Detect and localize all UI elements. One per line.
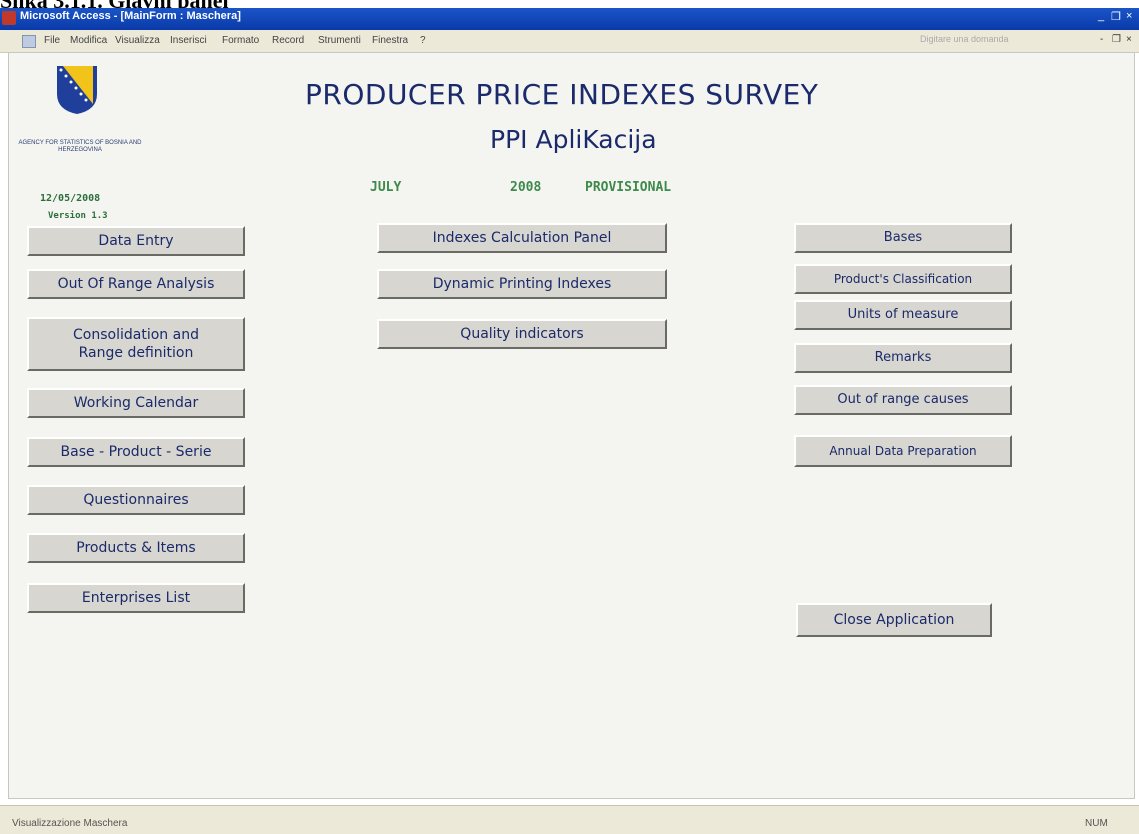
annual-data-preparation-button[interactable]: Annual Data Preparation: [794, 435, 1012, 467]
remarks-button[interactable]: Remarks: [794, 343, 1012, 373]
products-items-button[interactable]: Products & Items: [27, 533, 245, 563]
period-month: JULY: [370, 180, 402, 195]
version-label: Version 1.3: [48, 211, 108, 221]
menu-record[interactable]: Record: [272, 35, 304, 46]
document-caption: Slika 3.1.1. Glavni panel: [0, 0, 229, 8]
mdi-minimize-icon[interactable]: -: [1100, 34, 1103, 45]
enterprises-list-button[interactable]: Enterprises List: [27, 583, 245, 613]
close-application-button[interactable]: Close Application: [796, 603, 992, 637]
questionnaires-button[interactable]: Questionnaires: [27, 485, 245, 515]
period-status: PROVISIONAL: [585, 180, 672, 195]
menu-formato[interactable]: Formato: [222, 35, 259, 46]
document-icon[interactable]: [22, 35, 36, 48]
agency-name: AGENCY FOR STATISTICS OF BOSNIA AND HERZ…: [18, 140, 142, 153]
application-subtitle: PPI ApliKacija: [490, 125, 657, 154]
access-app-icon[interactable]: [2, 11, 16, 25]
window-title: Microsoft Access - [MainForm : Maschera]: [20, 10, 241, 22]
menu-file[interactable]: File: [44, 35, 60, 46]
main-form: [8, 52, 1135, 799]
dynamic-printing-indexes-button[interactable]: Dynamic Printing Indexes: [377, 269, 667, 299]
menu-inserisci[interactable]: Inserisci: [170, 35, 207, 46]
out-of-range-analysis-button[interactable]: Out Of Range Analysis: [27, 269, 245, 299]
mdi-close-icon[interactable]: ×: [1126, 34, 1132, 45]
menu-strumenti[interactable]: Strumenti: [318, 35, 361, 46]
out-of-range-causes-button[interactable]: Out of range causes: [794, 385, 1012, 415]
restore-icon[interactable]: ❐: [1111, 10, 1121, 26]
menubar: File Modifica Visualizza Inserisci Forma…: [0, 30, 1139, 53]
base-product-serie-button[interactable]: Base - Product - Serie: [27, 437, 245, 467]
date-label: 12/05/2008: [40, 193, 101, 204]
period-year: 2008: [510, 180, 542, 195]
status-view-mode: Visualizzazione Maschera: [12, 818, 128, 829]
window-titlebar[interactable]: Microsoft Access - [MainForm : Maschera]…: [0, 8, 1139, 30]
menu-visualizza[interactable]: Visualizza: [115, 35, 160, 46]
close-icon[interactable]: ×: [1126, 10, 1132, 26]
data-entry-button[interactable]: Data Entry: [27, 226, 245, 256]
help-question-box[interactable]: Digitare una domanda: [920, 34, 1050, 48]
survey-title: PRODUCER PRICE INDEXES SURVEY: [305, 78, 819, 111]
menu-finestra[interactable]: Finestra: [372, 35, 408, 46]
bases-button[interactable]: Bases: [794, 223, 1012, 253]
bih-flag-logo: [57, 66, 97, 114]
status-numlock: NUM: [1085, 818, 1108, 829]
minimize-icon[interactable]: _: [1098, 10, 1104, 26]
menu-modifica[interactable]: Modifica: [70, 35, 107, 46]
quality-indicators-button[interactable]: Quality indicators: [377, 319, 667, 349]
mdi-restore-icon[interactable]: ❐: [1112, 34, 1121, 45]
consolidation-range-definition-button[interactable]: Consolidation and Range definition: [27, 317, 245, 371]
working-calendar-button[interactable]: Working Calendar: [27, 388, 245, 418]
units-of-measure-button[interactable]: Units of measure: [794, 300, 1012, 330]
indexes-calculation-panel-button[interactable]: Indexes Calculation Panel: [377, 223, 667, 253]
status-bar: Visualizzazione Maschera NUM: [0, 805, 1139, 834]
products-classification-button[interactable]: Product's Classification: [794, 264, 1012, 294]
menu-help[interactable]: ?: [420, 35, 426, 46]
